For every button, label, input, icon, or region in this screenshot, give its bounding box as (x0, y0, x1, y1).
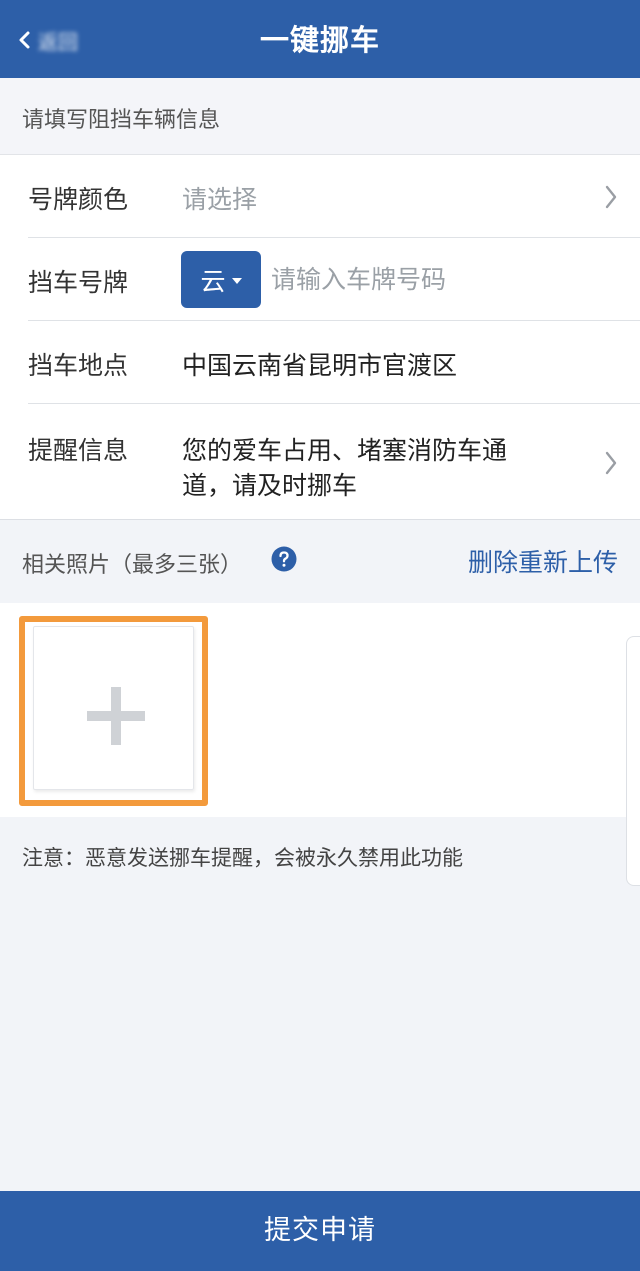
message-row[interactable]: 提醒信息 您的爱车占用、堵塞消防车通 道，请及时挪车 (28, 404, 640, 520)
plus-icon (87, 687, 145, 745)
chevron-right-icon (605, 451, 617, 475)
plate-number-input[interactable] (269, 252, 609, 306)
page-title: 一键挪车 (259, 23, 380, 57)
province-value: 云 (200, 266, 226, 296)
submit-button[interactable]: 提交申请 (0, 1191, 640, 1271)
location-label: 挡车地点 (28, 351, 129, 380)
delete-reupload-link[interactable]: 删除重新上传 (468, 543, 618, 579)
location-row: 挡车地点 中国云南省昆明市官渡区 (28, 321, 640, 404)
help-icon[interactable] (271, 546, 297, 572)
location-value: 中国云南省昆明市官渡区 (182, 351, 458, 380)
message-line-2: 道，请及时挪车 (182, 471, 358, 500)
photo-label: 相关照片（最多三张） (22, 553, 243, 578)
caret-down-icon (231, 277, 242, 284)
notice-text: 注意：恶意发送挪车提醒，会被永久禁用此功能 (22, 846, 463, 870)
edge-handle[interactable] (626, 636, 640, 886)
header-bar: 返回 一键挪车 (0, 0, 640, 78)
photo-header: 相关照片（最多三张） 删除重新上传 (0, 521, 640, 603)
plate-color-select[interactable]: 请选择 (182, 180, 257, 216)
section-title: 请填写阻挡车辆信息 (22, 108, 221, 133)
photo-upload-area (0, 603, 640, 817)
plate-color-label: 号牌颜色 (28, 185, 129, 214)
message-label: 提醒信息 (28, 436, 129, 465)
vehicle-info-form: 号牌颜色 请选择 挡车号牌 云 挡车地点 中国云南省昆明市官渡区 提醒信息 您的… (0, 155, 640, 520)
plate-number-row: 挡车号牌 云 (28, 238, 640, 321)
add-photo-button[interactable] (19, 616, 208, 806)
section-header: 请填写阻挡车辆信息 (0, 78, 640, 155)
upload-placeholder (33, 626, 194, 790)
message-line-1: 您的爱车占用、堵塞消防车通 (182, 436, 508, 465)
chevron-right-icon (605, 185, 617, 209)
plate-number-label: 挡车号牌 (28, 268, 129, 297)
province-selector[interactable]: 云 (181, 251, 261, 308)
plate-color-row[interactable]: 号牌颜色 请选择 (28, 155, 640, 238)
